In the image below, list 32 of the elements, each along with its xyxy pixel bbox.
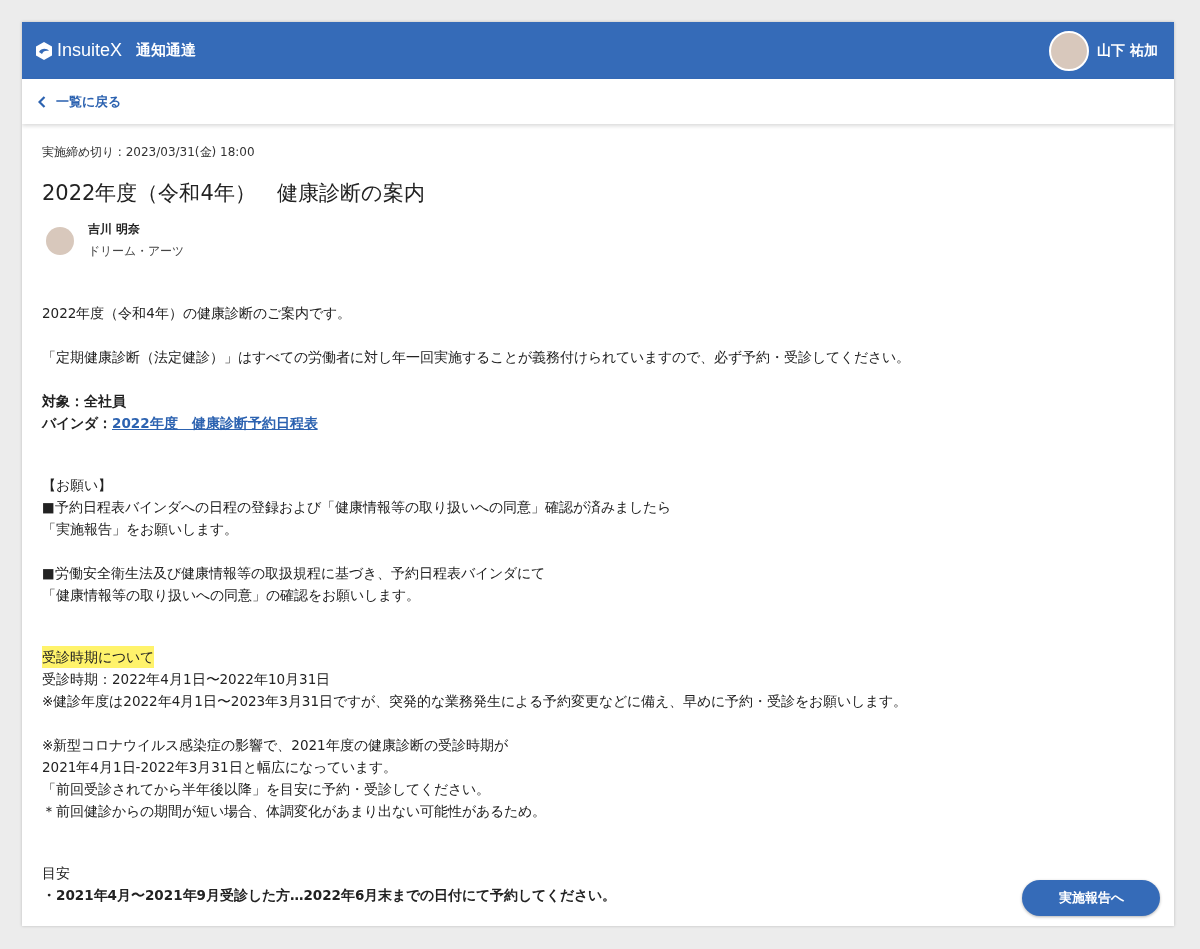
body-text: ※新型コロナウイルス感染症の影響で、2021年度の健康診断の受診時期が	[42, 736, 508, 755]
back-link[interactable]: 一覧に戻る	[38, 92, 121, 111]
brand-name: InsuiteX	[57, 40, 123, 61]
logo-icon	[34, 40, 54, 61]
body-text: ＊前回健診からの期間が短い場合、体調変化があまり出ない可能性があるため。	[42, 802, 546, 821]
body-text: ・2021年4月〜2021年9月受診した方…2022年6月末までの日付にて予約してください。	[42, 886, 617, 905]
body-text: 【お願い】	[42, 476, 112, 495]
body-text: 目安	[42, 864, 70, 883]
body-text: 2021年4月1日-2022年3月31日と幅広になっています。	[42, 758, 397, 777]
binder-link[interactable]: 2022年度 健康診断予約日程表	[112, 415, 318, 431]
binder-label: バインダ：	[42, 415, 112, 431]
user-avatar[interactable]	[1049, 30, 1090, 71]
body-text: 対象：全社員	[42, 392, 126, 411]
body-text: 受診時期：2022年4月1日〜2022年10月31日	[42, 670, 331, 689]
deadline-text: 実施締め切り : 2023/03/31(金) 18:00	[42, 144, 256, 161]
body-text: ※健診年度は2022年4月1日〜2023年3月31日ですが、突発的な業務発生による予約変更などに備え、早めに予約・受診をお願いします。	[42, 692, 907, 711]
body-text: 「前回受診されてから半年後以降」を目安に予約・受診してください。	[42, 780, 490, 799]
author-avatar	[46, 227, 74, 255]
author-name: 吉川 明奈	[88, 221, 142, 238]
body-text: 2022年度（令和4年）の健康診断のご案内です。	[42, 304, 351, 323]
body-text: 「健康情報等の取り扱いへの同意」の確認をお願いします。	[42, 586, 420, 605]
body-text: 「実施報告」をお願いします。	[42, 520, 238, 539]
notice-title: 2022年度（令和4年） 健康診断の案内	[42, 180, 426, 207]
body-text: ■労働安全衛生法及び健康情報等の取扱規程に基づき、予約日程表バインダにて	[42, 564, 545, 583]
report-button[interactable]: 実施報告へ	[1022, 880, 1160, 916]
body-text: ■予約日程表バインダへの日程の登録および「健康情報等の取り扱いへの同意」確認が済みましたら	[42, 498, 671, 517]
chevron-left-icon	[38, 95, 46, 108]
author-organization: ドリーム・アーツ	[88, 243, 184, 260]
user-name: 山下 祐加	[1097, 41, 1158, 60]
body-text: 「定期健康診断（法定健診）」はすべての労働者に対し年一回実施することが義務付けられていますので、必ず予約・受診してください。	[42, 348, 910, 367]
app-title: 通知通達	[136, 41, 197, 60]
highlighted-heading: 受診時期について	[42, 646, 154, 668]
